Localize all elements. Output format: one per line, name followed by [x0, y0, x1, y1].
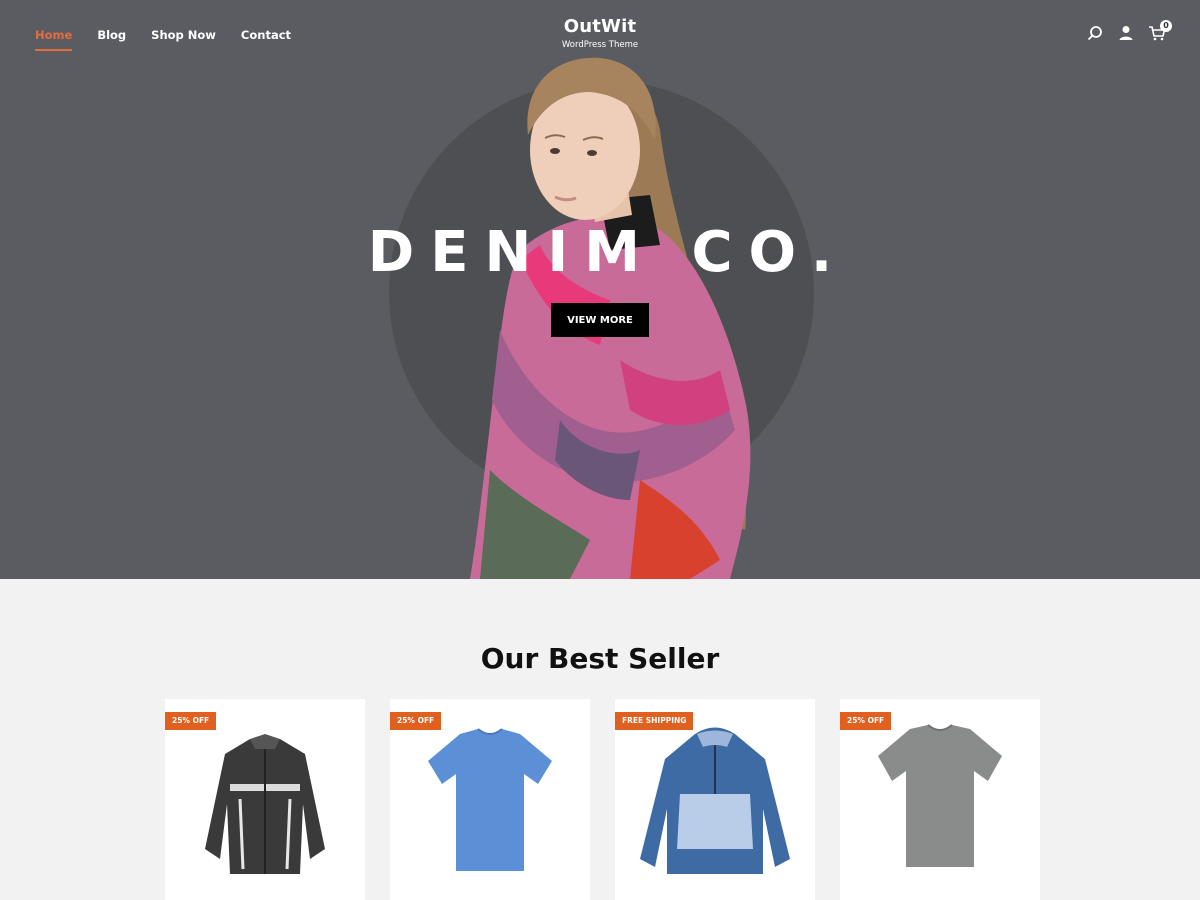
hero-model-image [470, 57, 751, 579]
cart-count-badge: 0 [1160, 20, 1172, 32]
site-tagline: WordPress Theme [561, 40, 639, 50]
product-card[interactable]: 25% OFF [390, 699, 590, 900]
shipping-badge: FREE SHIPPING [615, 712, 694, 730]
product-card[interactable]: FREE SHIPPING [615, 699, 815, 900]
product-card[interactable]: 25% OFF [840, 699, 1040, 900]
nav-shop-now-link[interactable]: Shop Now [151, 28, 216, 51]
discount-badge: 25% OFF [390, 712, 442, 730]
discount-badge: 25% OFF [165, 712, 217, 730]
nav-home-link[interactable]: Home [35, 28, 73, 51]
site-brand[interactable]: OutWit WordPress Theme [500, 16, 700, 50]
discount-badge: 25% OFF [840, 712, 892, 730]
hero-banner: Home Blog Shop Now Contact OutWit WordPr… [0, 0, 1200, 579]
product-grid: 25% OFF 25% OFF FREE SHIPPING 25% OFF [165, 699, 1040, 900]
nav-blog-link[interactable]: Blog [97, 28, 126, 51]
site-title[interactable]: OutWit [500, 16, 700, 37]
nav-contact-link[interactable]: Contact [241, 28, 291, 51]
main-nav: Home Blog Shop Now Contact [35, 28, 316, 51]
view-more-button[interactable]: VIEW MORE [551, 303, 649, 337]
product-card[interactable]: 25% OFF [165, 699, 365, 900]
hero-title: DENIM CO. [367, 220, 849, 285]
search-icon[interactable] [1086, 24, 1104, 42]
header-icons: 0 [1086, 20, 1172, 42]
cart-icon[interactable]: 0 [1148, 20, 1172, 42]
user-icon[interactable] [1117, 24, 1135, 42]
best-seller-title: Our Best Seller [480, 642, 720, 675]
